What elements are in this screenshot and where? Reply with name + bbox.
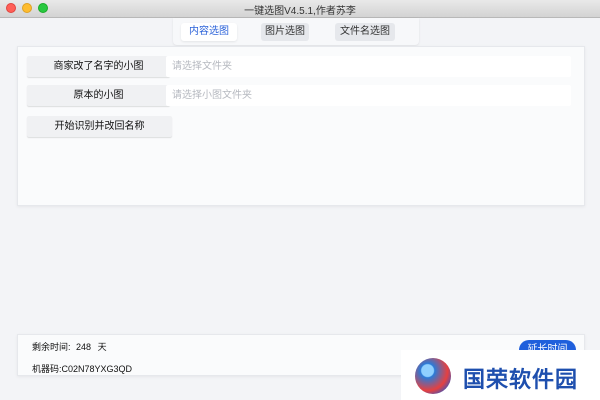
- tab-filename-select[interactable]: 文件名选图: [335, 23, 395, 41]
- renamed-folder-input[interactable]: 请选择文件夹: [166, 56, 571, 77]
- tab-content-select[interactable]: 内容选图: [181, 23, 237, 41]
- window-title: 一键选图V4.5.1,作者苏李: [244, 6, 356, 17]
- machine-code-label: 机器码:: [32, 364, 62, 374]
- watermark-text: 国荣软件园: [463, 367, 579, 392]
- original-thumbnails-button[interactable]: 原本的小图: [27, 85, 170, 106]
- watermark: 国荣软件园: [401, 350, 600, 400]
- original-folder-input[interactable]: 请选择小图文件夹: [166, 85, 571, 106]
- start-recognize-button[interactable]: 开始识别并改回名称: [27, 116, 172, 137]
- machine-code-value: C02N78YXG3QD: [61, 364, 133, 374]
- renamed-thumbnails-button[interactable]: 商家改了名字的小图: [27, 56, 170, 77]
- tab-image-select[interactable]: 图片选图: [261, 23, 309, 41]
- remaining-time-value: 248: [76, 342, 92, 352]
- tab-bar: 内容选图 图片选图 文件名选图: [173, 18, 419, 45]
- remaining-time: 剩余时间: 248 天: [32, 340, 107, 353]
- machine-code: 机器码:C02N78YXG3QD: [32, 362, 132, 375]
- remaining-time-unit: 天: [97, 342, 107, 352]
- window-titlebar: 一键选图V4.5.1,作者苏李: [0, 0, 600, 18]
- main-panel: 商家改了名字的小图 请选择文件夹 原本的小图 请选择小图文件夹 开始识别并改回名…: [17, 46, 585, 206]
- remaining-time-label: 剩余时间:: [32, 342, 71, 352]
- globe-logo-icon: [415, 358, 451, 394]
